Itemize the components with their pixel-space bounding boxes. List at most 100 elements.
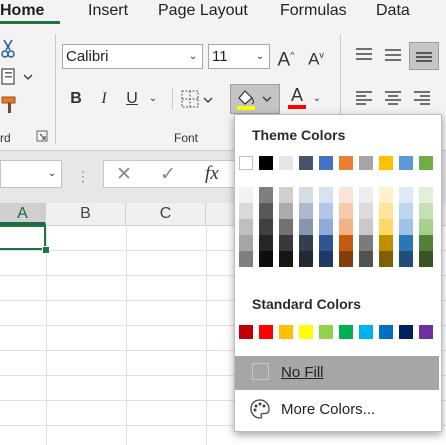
align-left-icon[interactable] <box>353 88 375 110</box>
theme-shade-swatch[interactable] <box>339 235 353 251</box>
theme-shade-swatch[interactable] <box>419 219 433 235</box>
more-colors-option[interactable]: More Colors... <box>281 401 375 418</box>
copy-icon[interactable] <box>0 66 36 90</box>
insert-function-icon[interactable]: fx <box>205 163 219 185</box>
standard-color-swatch[interactable] <box>259 325 273 339</box>
chevron-down-icon[interactable]: ⌄ <box>146 88 160 110</box>
standard-color-swatch[interactable] <box>299 325 313 339</box>
theme-shade-swatch[interactable] <box>419 203 433 219</box>
theme-color-swatch[interactable] <box>359 156 373 170</box>
theme-shade-swatch[interactable] <box>419 251 433 267</box>
theme-shade-swatch[interactable] <box>239 219 253 235</box>
column-header-b[interactable]: B <box>46 203 126 225</box>
theme-color-swatch[interactable] <box>299 156 313 170</box>
theme-shade-swatch[interactable] <box>279 203 293 219</box>
theme-shade-swatch[interactable] <box>299 235 313 251</box>
theme-shade-swatch[interactable] <box>399 251 413 267</box>
dialog-launcher-icon[interactable] <box>36 130 48 144</box>
theme-shade-swatch[interactable] <box>419 187 433 203</box>
theme-shade-swatch[interactable] <box>399 235 413 251</box>
theme-shade-swatch[interactable] <box>319 187 333 203</box>
chevron-down-icon[interactable]: ⌄ <box>45 163 59 185</box>
theme-shade-swatch[interactable] <box>379 251 393 267</box>
theme-shade-swatch[interactable] <box>299 219 313 235</box>
theme-shade-swatch[interactable] <box>399 219 413 235</box>
tab-page-layout[interactable]: Page Layout <box>158 0 248 22</box>
theme-shade-swatch[interactable] <box>359 187 373 203</box>
chevron-down-icon[interactable]: ⌄ <box>253 45 267 68</box>
standard-color-swatch[interactable] <box>379 325 393 339</box>
align-center-icon[interactable] <box>382 88 404 110</box>
tab-home[interactable]: Home <box>0 0 44 22</box>
selected-cell[interactable] <box>0 225 46 250</box>
theme-shade-swatch[interactable] <box>239 187 253 203</box>
theme-color-swatch[interactable] <box>379 156 393 170</box>
theme-color-swatch[interactable] <box>239 156 253 170</box>
theme-shade-swatch[interactable] <box>279 251 293 267</box>
theme-shade-swatch[interactable] <box>379 219 393 235</box>
theme-shade-swatch[interactable] <box>259 251 273 267</box>
font-color-button[interactable]: A <box>286 86 308 112</box>
tab-data[interactable]: Data <box>376 0 410 22</box>
tab-formulas[interactable]: Formulas <box>280 0 347 22</box>
theme-shade-swatch[interactable] <box>319 219 333 235</box>
chevron-down-icon[interactable]: ⌄ <box>310 88 324 110</box>
theme-shade-swatch[interactable] <box>339 203 353 219</box>
standard-color-swatch[interactable] <box>419 325 433 339</box>
theme-shade-swatch[interactable] <box>339 251 353 267</box>
italic-button[interactable]: I <box>94 88 114 110</box>
align-top-icon[interactable] <box>353 44 375 66</box>
standard-color-swatch[interactable] <box>319 325 333 339</box>
column-header-c[interactable]: C <box>126 203 206 225</box>
theme-shade-swatch[interactable] <box>419 235 433 251</box>
bold-button[interactable]: B <box>66 88 86 110</box>
font-size-combo[interactable]: 11 ⌄ <box>208 44 270 69</box>
theme-shade-swatch[interactable] <box>379 203 393 219</box>
standard-color-swatch[interactable] <box>399 325 413 339</box>
theme-color-swatch[interactable] <box>259 156 273 170</box>
theme-color-swatch[interactable] <box>279 156 293 170</box>
borders-button[interactable] <box>180 88 216 110</box>
shrink-font-button[interactable]: Av <box>305 44 327 69</box>
theme-shade-swatch[interactable] <box>399 187 413 203</box>
theme-shade-swatch[interactable] <box>279 219 293 235</box>
theme-shade-swatch[interactable] <box>319 235 333 251</box>
fill-color-button[interactable] <box>230 84 280 114</box>
standard-color-swatch[interactable] <box>279 325 293 339</box>
theme-shade-swatch[interactable] <box>259 219 273 235</box>
theme-color-swatch[interactable] <box>419 156 433 170</box>
standard-color-swatch[interactable] <box>239 325 253 339</box>
cancel-icon[interactable]: ✕ <box>116 163 132 186</box>
theme-shade-swatch[interactable] <box>239 235 253 251</box>
theme-shade-swatch[interactable] <box>239 251 253 267</box>
theme-shade-swatch[interactable] <box>259 187 273 203</box>
font-name-combo[interactable]: Calibri ⌄ <box>62 44 203 69</box>
standard-color-swatch[interactable] <box>359 325 373 339</box>
theme-shade-swatch[interactable] <box>299 203 313 219</box>
theme-shade-swatch[interactable] <box>299 251 313 267</box>
align-bottom-button[interactable] <box>409 42 439 70</box>
theme-shade-swatch[interactable] <box>339 187 353 203</box>
name-box[interactable]: ⌄ <box>0 160 62 188</box>
grow-font-button[interactable]: A^ <box>275 44 297 70</box>
theme-shade-swatch[interactable] <box>319 203 333 219</box>
enter-icon[interactable]: ✓ <box>160 163 176 186</box>
theme-shade-swatch[interactable] <box>279 187 293 203</box>
theme-shade-swatch[interactable] <box>379 187 393 203</box>
theme-shade-swatch[interactable] <box>259 203 273 219</box>
align-middle-icon[interactable] <box>382 44 404 66</box>
theme-shade-swatch[interactable] <box>399 203 413 219</box>
align-right-icon[interactable] <box>411 88 433 110</box>
column-header-d[interactable] <box>206 203 236 225</box>
theme-shade-swatch[interactable] <box>299 187 313 203</box>
theme-shade-swatch[interactable] <box>339 219 353 235</box>
theme-shade-swatch[interactable] <box>239 203 253 219</box>
theme-shade-swatch[interactable] <box>359 203 373 219</box>
theme-shade-swatch[interactable] <box>259 235 273 251</box>
theme-shade-swatch[interactable] <box>359 219 373 235</box>
theme-shade-swatch[interactable] <box>319 251 333 267</box>
theme-color-swatch[interactable] <box>339 156 353 170</box>
column-header-a[interactable]: A <box>0 203 46 225</box>
theme-shade-swatch[interactable] <box>359 235 373 251</box>
theme-shade-swatch[interactable] <box>379 235 393 251</box>
